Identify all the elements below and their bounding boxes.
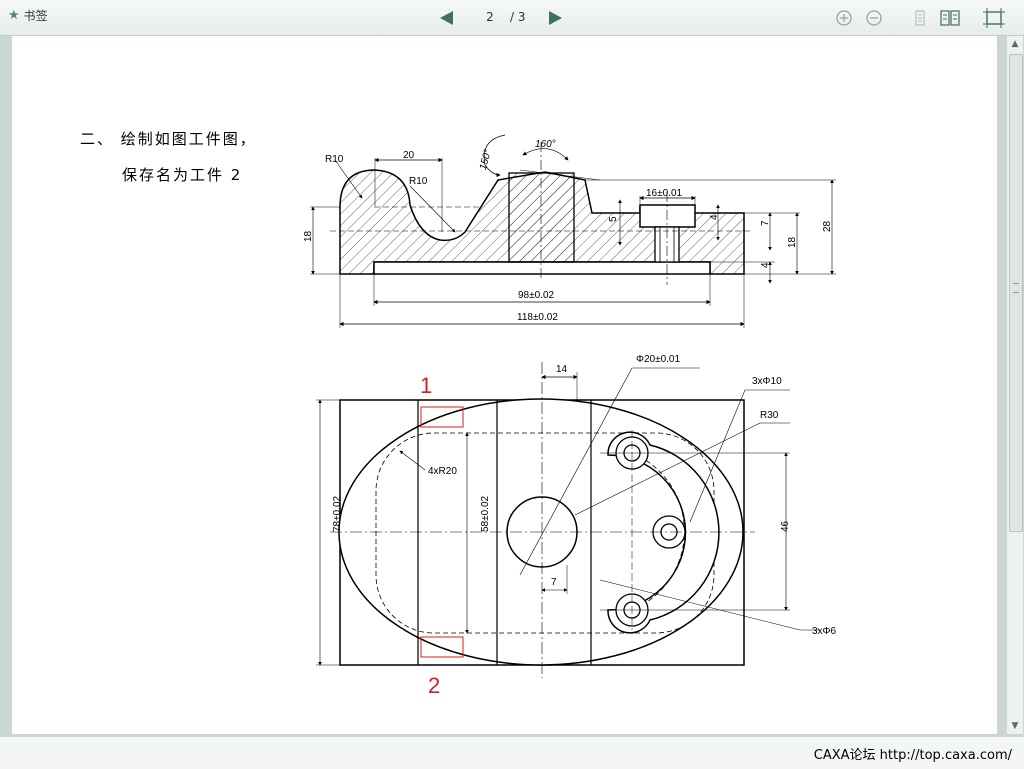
fit-page-button[interactable] [982, 8, 1006, 28]
bookmark-label: 书签 [23, 8, 48, 23]
single-page-view-button[interactable] [910, 8, 930, 28]
two-page-view-button[interactable] [940, 8, 960, 28]
bookmark-tab[interactable]: ★ 书签 [8, 4, 48, 26]
viewer-toolbar: ★ 书签 2 / 3 [0, 0, 1024, 36]
arrow-left-icon [440, 11, 453, 25]
total-pages-label: / 3 [510, 10, 526, 24]
scroll-thumb[interactable] [1009, 54, 1023, 532]
question-line-2: 保存名为工件 2 [122, 166, 243, 184]
next-page-button[interactable] [545, 8, 565, 28]
caxa-watermark: CAXA论坛 http://top.caxa.com/ [813, 748, 1012, 763]
current-page-field[interactable]: 2 [478, 10, 502, 24]
vertical-scrollbar[interactable]: ▲ ▼ [1006, 36, 1023, 734]
status-bar: CAXA论坛 http://top.caxa.com/ [0, 736, 1024, 769]
document-page: 二、 绘制如图工件图， 保存名为工件 2 [12, 36, 997, 734]
arrow-right-icon [549, 11, 562, 25]
two-page-icon [940, 10, 960, 26]
single-page-icon [915, 10, 925, 26]
prev-page-button[interactable] [437, 8, 457, 28]
zoom-out-button[interactable] [864, 8, 884, 28]
bookmark-star-icon: ★ [8, 7, 20, 23]
scroll-down-arrow-icon[interactable]: ▼ [1007, 718, 1023, 734]
grip-icon [1013, 283, 1019, 293]
fit-page-icon [983, 8, 1005, 28]
scroll-up-arrow-icon[interactable]: ▲ [1007, 36, 1023, 52]
zoom-in-icon [836, 10, 852, 26]
zoom-in-button[interactable] [834, 8, 854, 28]
zoom-out-icon [866, 10, 882, 26]
question-line-1: 二、 绘制如图工件图， [80, 130, 257, 148]
